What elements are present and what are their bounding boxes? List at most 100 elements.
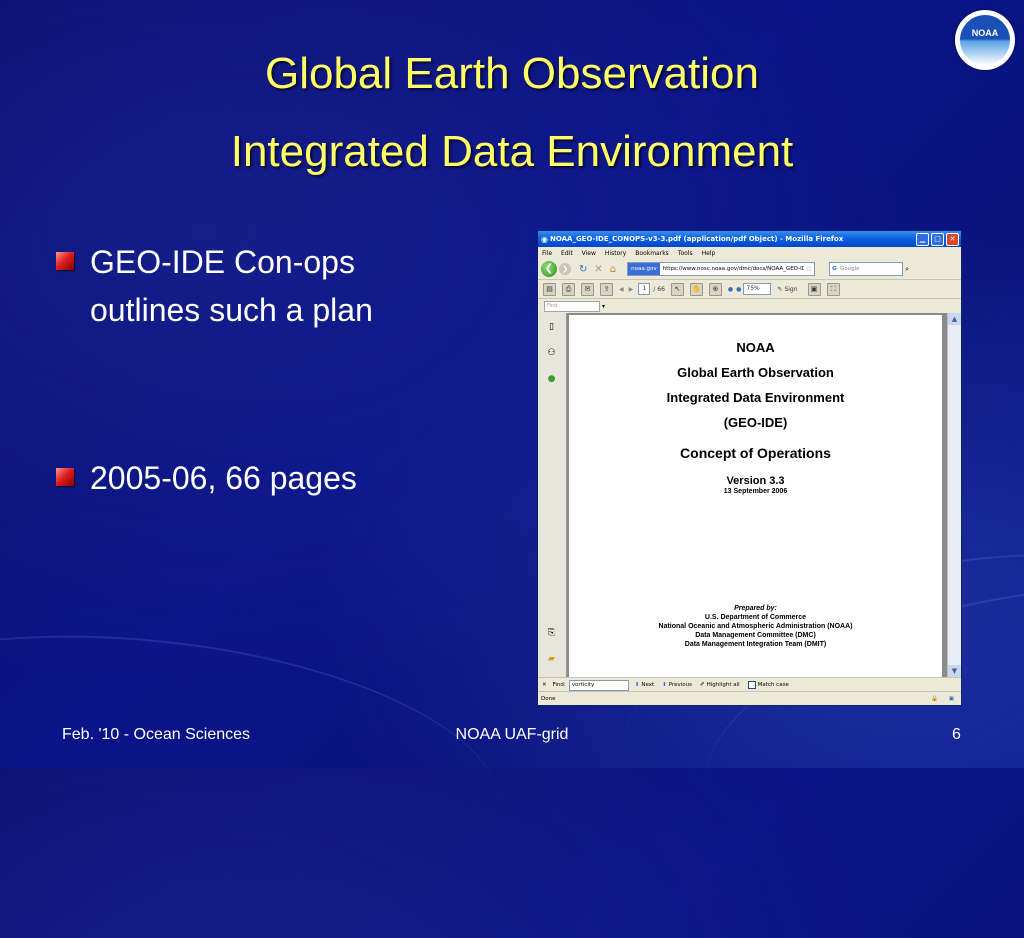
hand-tool-icon[interactable]: ✋ [689, 282, 703, 296]
addon-icon[interactable]: ▣ [949, 692, 954, 705]
bullet-text: GEO-IDE Con-ops [90, 244, 355, 280]
menu-bookmarks[interactable]: Bookmarks [635, 250, 669, 257]
find-previous-button[interactable]: Previous [669, 682, 692, 688]
scroll-down-icon[interactable]: ▼ [948, 665, 961, 677]
find-next-icon[interactable]: ⬇ [635, 682, 640, 688]
menu-view[interactable]: View [582, 250, 596, 257]
minimize-button[interactable]: ▁ [916, 232, 929, 246]
menu-file[interactable]: File [542, 250, 552, 257]
bookmarks-icon[interactable]: ⚇ [545, 347, 558, 360]
back-icon[interactable]: ❮ [541, 261, 557, 277]
share-icon[interactable]: ⇪ [600, 282, 613, 296]
doc-line3: (GEO-IDE) [723, 415, 788, 430]
doc-org: NOAA [736, 340, 775, 355]
window-title: NOAA_GEO-IDE_CONOPS-v3-3.pdf (applicatio… [549, 235, 844, 243]
status-bar: Done 🔒 ▣ [538, 691, 961, 705]
fullscreen-icon[interactable]: ⛶ [826, 282, 840, 296]
bullet-marker [56, 468, 74, 486]
menu-help[interactable]: Help [702, 250, 716, 257]
doc-title: Concept of Operations [680, 445, 831, 461]
find-dropdown-icon[interactable]: ▾ [602, 303, 605, 310]
print-icon[interactable]: ⎙ [562, 282, 575, 296]
bullet-item: GEO-IDE Con-ops outlines such a plan [56, 238, 373, 334]
find-next-button[interactable]: Next [641, 682, 654, 688]
close-button[interactable]: ✕ [946, 232, 959, 246]
bookmark-star-icon[interactable]: ☆ [804, 265, 814, 273]
highlight-icon[interactable]: ✐ [700, 682, 705, 688]
menu-history[interactable]: History [605, 250, 626, 257]
highlight-all-button[interactable]: Highlight all [707, 682, 740, 688]
url-bar[interactable]: noaa.gov https://www.nosc.noaa.gov/dmc/d… [627, 262, 816, 276]
find-label: Find: [552, 682, 566, 688]
find-previous-icon[interactable]: ⬆ [662, 682, 667, 688]
site-identity-badge[interactable]: noaa.gov [628, 263, 660, 275]
bullet-text: 2005-06, 66 pages [90, 460, 357, 496]
sign-button[interactable]: Sign [784, 286, 797, 293]
zoom-select[interactable]: 75% [743, 283, 772, 295]
comments-icon[interactable]: ▰ [545, 653, 558, 666]
lock-icon: 🔒 [931, 696, 938, 702]
doc-preparer: Data Management Integration Team (DMIT) [684, 641, 827, 648]
navigation-pane: ▯ ⚇ ● ⎘ ▰ [538, 313, 567, 677]
stop-icon[interactable]: ✕ [594, 264, 602, 275]
home-icon[interactable]: ⌂ [610, 264, 616, 275]
zoom-in-icon[interactable]: ● [736, 286, 741, 293]
bullet-text: outlines such a plan [90, 292, 373, 328]
doc-preparer: Data Management Committee (DMC) [695, 632, 816, 639]
vertical-scrollbar[interactable]: ▲ ▼ [947, 313, 961, 677]
menu-edit[interactable]: Edit [561, 250, 573, 257]
doc-line2: Integrated Data Environment [666, 390, 845, 405]
zoom-out-icon[interactable]: ● [728, 286, 733, 293]
menu-bar: File Edit View History Bookmarks Tools H… [538, 247, 961, 259]
search-input[interactable]: G Google [829, 262, 904, 276]
maximize-button[interactable]: □ [931, 232, 944, 246]
doc-preparer: National Oceanic and Atmospheric Adminis… [658, 623, 853, 630]
pdf-page: NOAA Global Earth Observation Integrated… [569, 315, 942, 677]
doc-date: 13 September 2006 [723, 488, 788, 495]
noaa-logo-text: NOAA [971, 28, 999, 38]
doc-version: Version 3.3 [726, 475, 785, 487]
match-case-label: Match case [757, 682, 789, 688]
next-page-icon[interactable]: ▶ [629, 286, 634, 293]
doc-line1: Global Earth Observation [677, 365, 834, 380]
firefox-window: ◉ NOAA_GEO-IDE_CONOPS-v3-3.pdf (applicat… [537, 230, 962, 706]
attachments-icon[interactable]: ⎘ [545, 627, 558, 640]
zoom-tool-icon[interactable]: ⊕ [708, 282, 722, 296]
bullet-item: 2005-06, 66 pages [56, 454, 357, 502]
window-titlebar: ◉ NOAA_GEO-IDE_CONOPS-v3-3.pdf (applicat… [538, 231, 961, 247]
page-total: 66 [657, 285, 665, 293]
forward-icon[interactable]: ❯ [559, 263, 571, 275]
page-separator: / [653, 285, 656, 293]
help-icon[interactable]: ● [545, 373, 558, 386]
browser-find-bar: ✕ Find: vorticity ⬇ Next ⬆ Previous ✐ Hi… [538, 677, 961, 692]
save-icon[interactable]: ▤ [543, 282, 556, 296]
pages-icon[interactable]: ▯ [545, 321, 558, 334]
search-icon[interactable]: ⌕ [905, 265, 909, 274]
reload-icon[interactable]: ↻ [579, 264, 587, 275]
url-text[interactable]: https://www.nosc.noaa.gov/dmc/docs/NOAA_… [660, 266, 804, 272]
google-icon: G [832, 266, 837, 272]
pdf-find-input[interactable]: Find [544, 300, 600, 312]
find-input[interactable]: vorticity [568, 679, 629, 691]
page-number-input[interactable]: 1 [638, 283, 651, 295]
pdf-toolbar: ▤ ⎙ ✉ ⇪ ◀ ▶ 1 / 66 ↖ ✋ ⊕ ● ● 75% ✎ Sign … [538, 280, 961, 299]
slide-number: 6 [952, 726, 961, 743]
slide-title-line2: Integrated Data Environment [230, 127, 794, 176]
pdf-viewer: ▯ ⚇ ● ⎘ ▰ NOAA Global Earth Observation … [538, 313, 961, 677]
previous-page-icon[interactable]: ◀ [619, 286, 624, 293]
select-tool-icon[interactable]: ↖ [670, 282, 684, 296]
bullet-marker [56, 252, 74, 270]
close-find-icon[interactable]: ✕ [542, 682, 547, 688]
slide-title-line1: Global Earth Observation [264, 49, 760, 98]
navigation-toolbar: ❮ ❯ ↻ ✕ ⌂ noaa.gov https://www.nosc.noaa… [538, 259, 961, 280]
scroll-up-icon[interactable]: ▲ [948, 313, 961, 325]
pdf-find-bar: Find ▾ [538, 299, 961, 313]
footer-center: NOAA UAF-grid [455, 726, 569, 743]
menu-tools[interactable]: Tools [678, 250, 693, 257]
match-case-checkbox[interactable] [747, 681, 756, 689]
fit-page-icon[interactable]: ▣ [807, 282, 821, 296]
doc-prepared-by: Prepared by: [734, 605, 777, 612]
sign-pen-icon[interactable]: ✎ [777, 286, 782, 293]
email-icon[interactable]: ✉ [581, 282, 594, 296]
noaa-logo: NOAA [955, 10, 1015, 70]
